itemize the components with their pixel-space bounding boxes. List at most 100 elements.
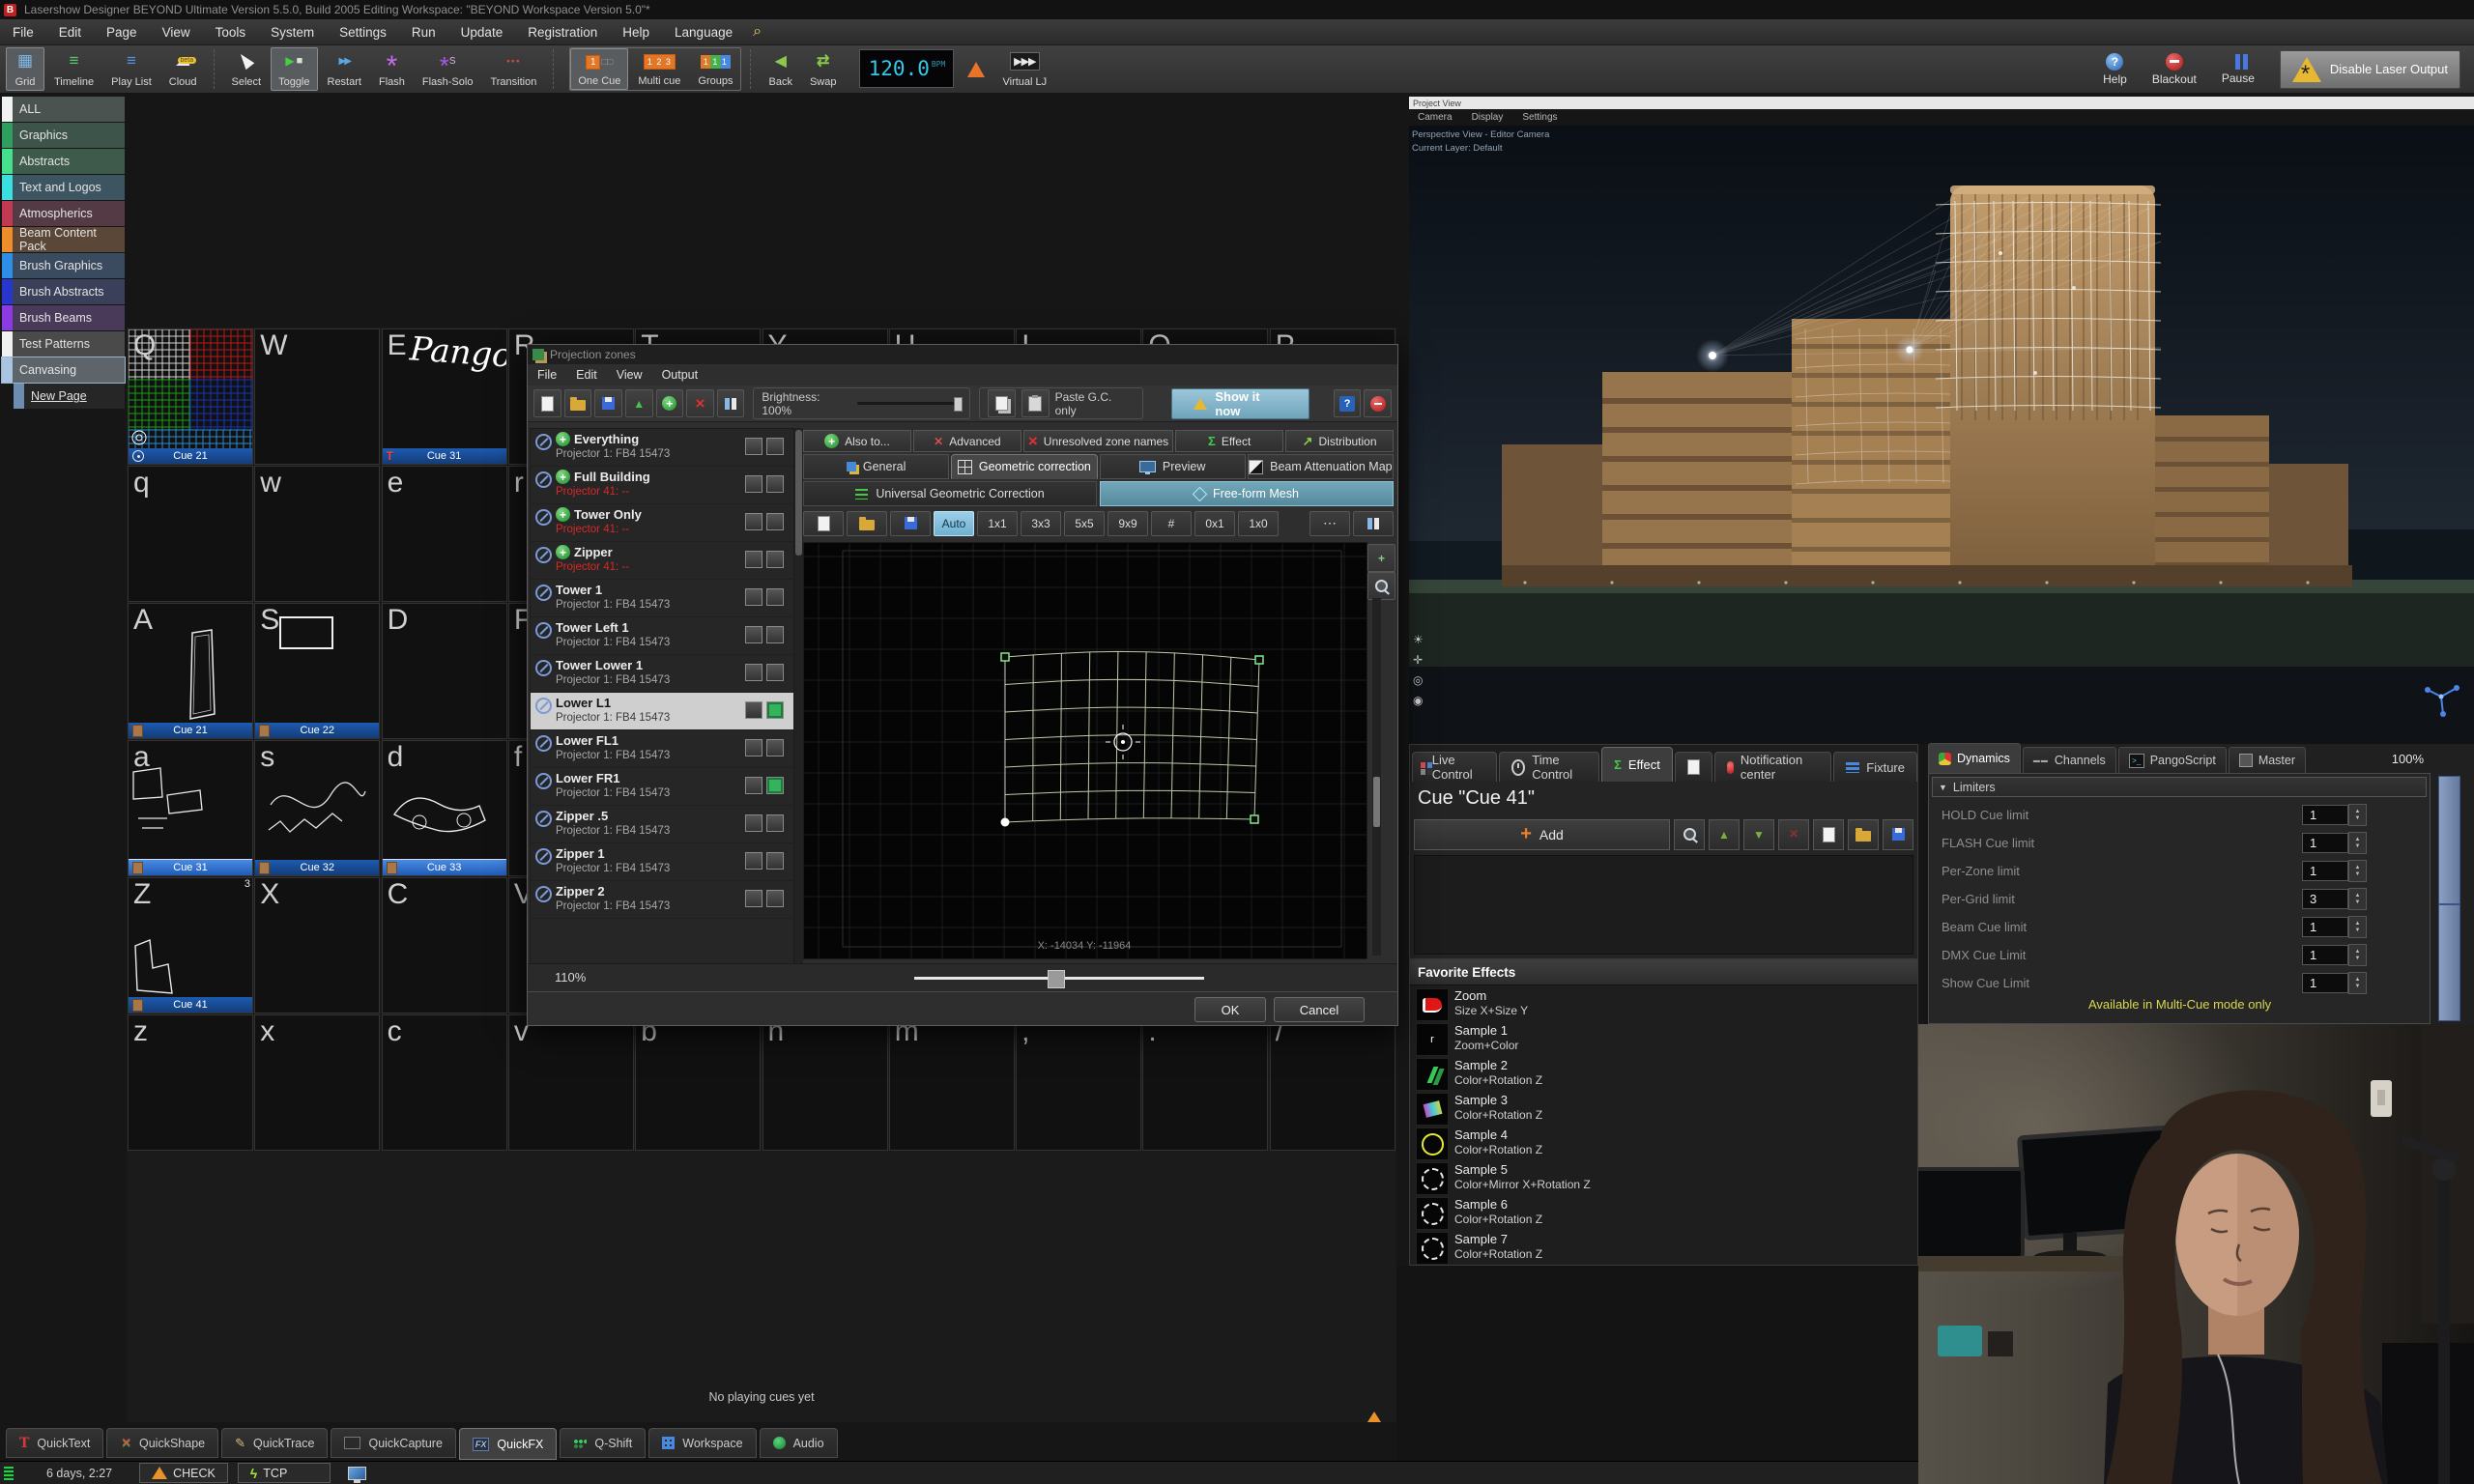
grid-cell-s[interactable]: sCue 32: [254, 740, 380, 876]
zone-row-lower-fl1[interactable]: Lower FL1Projector 1: FB4 15473: [531, 730, 793, 768]
limiter-spinner[interactable]: ▲▼: [2348, 944, 2367, 966]
metronome-button[interactable]: [960, 47, 992, 91]
dialog-toolbar-red-x-button[interactable]: [686, 389, 714, 417]
grid-cell-S[interactable]: SCue 22: [254, 603, 380, 739]
mesh-numeric-button[interactable]: [1151, 511, 1192, 536]
sidebar-item-new-page[interactable]: New Page: [14, 384, 125, 409]
toolbar-button-play-list[interactable]: Play List: [103, 47, 159, 91]
orbit-icon[interactable]: ◎: [1413, 673, 1424, 687]
sidebar-item-test-patterns[interactable]: Test Patterns: [2, 331, 125, 357]
cue-label[interactable]: Cue 33: [383, 860, 506, 875]
grid-cell-b[interactable]: b: [635, 1014, 761, 1151]
zone-disable-icon[interactable]: [535, 547, 552, 563]
toolbar-button-transition[interactable]: Transition: [482, 47, 544, 91]
mesh-folder-button[interactable]: [847, 511, 887, 536]
master-slider[interactable]: [2438, 776, 2460, 1021]
limiter-spinner[interactable]: ▲▼: [2348, 804, 2367, 826]
toolbar-button-disable-laser-output[interactable]: Disable Laser Output: [2280, 50, 2460, 89]
limiter-value-input[interactable]: 1: [2302, 917, 2348, 937]
tab-master[interactable]: Master: [2229, 747, 2306, 773]
zone-checkbox-2[interactable]: [766, 852, 784, 870]
grid-cell-a[interactable]: aCue 31: [128, 740, 253, 876]
gc-mode-free-form-mesh[interactable]: Free-form Mesh: [1100, 481, 1394, 506]
menu-item-page[interactable]: Page: [94, 19, 150, 44]
zone-disable-icon[interactable]: [535, 773, 552, 789]
zone-checkbox-2[interactable]: [766, 777, 784, 794]
limiter-value-input[interactable]: 3: [2302, 889, 2348, 909]
grid-cell-key[interactable]: .: [1142, 1014, 1268, 1151]
zoom-slider-handle[interactable]: [1048, 970, 1065, 988]
zone-checkbox-2[interactable]: [766, 551, 784, 568]
bpm-display[interactable]: 120.0BPM: [859, 49, 954, 88]
zone-row-zipper-2[interactable]: Zipper 2Projector 1: FB4 15473: [531, 881, 793, 919]
toolbar-button-groups[interactable]: Groups: [690, 48, 740, 90]
sidebar-item-text-and-logos[interactable]: Text and Logos: [2, 175, 125, 200]
limiter-spinner[interactable]: ▲▼: [2348, 916, 2367, 938]
zone-checkbox-1[interactable]: [745, 438, 762, 455]
brightness-slider[interactable]: [857, 402, 962, 405]
toolbar-button-blackout[interactable]: Blackout: [2152, 53, 2197, 86]
quick-tab-workspace[interactable]: Workspace: [648, 1428, 756, 1458]
dialog-toolbar-plus-green-button[interactable]: [656, 389, 684, 417]
zone-row-zipper[interactable]: ZipperProjector 41: --: [531, 542, 793, 580]
sidebar-item-brush-abstracts[interactable]: Brush Abstracts: [2, 279, 125, 304]
menu-item-system[interactable]: System: [258, 19, 327, 44]
tab-channels[interactable]: Channels: [2023, 747, 2116, 773]
toolbar-button-multi-cue[interactable]: Multi cue: [630, 48, 688, 90]
remote-display-icon[interactable]: [348, 1467, 366, 1480]
dialog-blackout-button[interactable]: [1364, 389, 1392, 417]
tab-dynamics[interactable]: Dynamics: [1928, 743, 2021, 773]
sidebar-item-abstracts[interactable]: Abstracts: [2, 149, 125, 174]
grid-cell-q[interactable]: q: [128, 466, 253, 602]
grid-cell-E[interactable]: EPangoCue 31: [382, 328, 507, 465]
mesh-add-button[interactable]: +: [1367, 544, 1395, 572]
tab-document[interactable]: [1675, 752, 1712, 782]
paste-button[interactable]: [1021, 389, 1050, 417]
grid-cell-key[interactable]: ,: [1016, 1014, 1141, 1151]
toolbar-button-timeline[interactable]: Timeline: [46, 47, 101, 91]
zone-checkbox-2[interactable]: [766, 890, 784, 907]
quick-tab-quicktrace[interactable]: QuickTrace: [221, 1428, 328, 1458]
zone-checkbox-1[interactable]: [745, 664, 762, 681]
zone-checkbox-2[interactable]: [766, 475, 784, 493]
project-view-menu-settings[interactable]: Settings: [1513, 112, 1566, 123]
zone-row-zipper-5[interactable]: Zipper .5Projector 1: FB4 15473: [531, 806, 793, 843]
toolbar-button-cloud[interactable]: betaCloud: [161, 47, 205, 91]
mesh-scrollbar[interactable]: [1372, 598, 1381, 956]
toolbar-button-toggle[interactable]: Toggle: [271, 47, 317, 91]
grid-cell-Q[interactable]: QCue 21: [128, 328, 253, 465]
dialog-toolbar-page-button[interactable]: [533, 389, 561, 417]
limiter-value-input[interactable]: 1: [2302, 805, 2348, 825]
quick-tab-quicktext[interactable]: QuickText: [6, 1428, 103, 1458]
tab-general[interactable]: General: [803, 454, 949, 479]
favorite-effect-sample-2[interactable]: Sample 2Color+Rotation Z: [1412, 1056, 1915, 1091]
dialog-menu-file[interactable]: File: [528, 368, 566, 382]
zone-checkbox-1[interactable]: [745, 739, 762, 756]
move-icon[interactable]: ✛: [1413, 653, 1424, 667]
zone-checkbox-2[interactable]: [766, 513, 784, 530]
grid-cell-v[interactable]: v: [508, 1014, 634, 1151]
grid-cell-key[interactable]: /: [1270, 1014, 1395, 1151]
sidebar-item-all[interactable]: ALL: [2, 97, 125, 122]
quick-tab-q-shift[interactable]: Q-Shift: [560, 1428, 646, 1458]
grid-cell-n[interactable]: n: [762, 1014, 888, 1151]
zone-checkbox-2[interactable]: [766, 739, 784, 756]
menu-item-file[interactable]: File: [0, 19, 46, 44]
favorite-effect-sample-1[interactable]: Sample 1Zoom+Color: [1412, 1021, 1915, 1056]
mesh-panes-button[interactable]: [1353, 511, 1394, 536]
zone-row-tower-1[interactable]: Tower 1Projector 1: FB4 15473: [531, 580, 793, 617]
tab-notification-center[interactable]: Notification center: [1714, 752, 1831, 782]
favorite-effect-sample-6[interactable]: Sample 6Color+Rotation Z: [1412, 1195, 1915, 1230]
zone-checkbox-1[interactable]: [745, 626, 762, 643]
dialog-toolbar-folder-button[interactable]: [564, 389, 592, 417]
mesh-page-button[interactable]: [803, 511, 844, 536]
sidebar-item-canvasing[interactable]: Canvasing: [2, 357, 125, 383]
dialog-title-bar[interactable]: Projection zones: [528, 345, 1397, 364]
grid-cell-z[interactable]: z: [128, 1014, 253, 1151]
axis-gizmo-icon[interactable]: [2420, 675, 2462, 723]
search-effect-button[interactable]: [1674, 819, 1705, 850]
zone-disable-icon[interactable]: [535, 735, 552, 752]
open-effect-button[interactable]: [1848, 819, 1879, 850]
grid-cell-d[interactable]: dCue 33: [382, 740, 507, 876]
zone-row-lower-l1[interactable]: Lower L1Projector 1: FB4 15473: [531, 693, 793, 730]
